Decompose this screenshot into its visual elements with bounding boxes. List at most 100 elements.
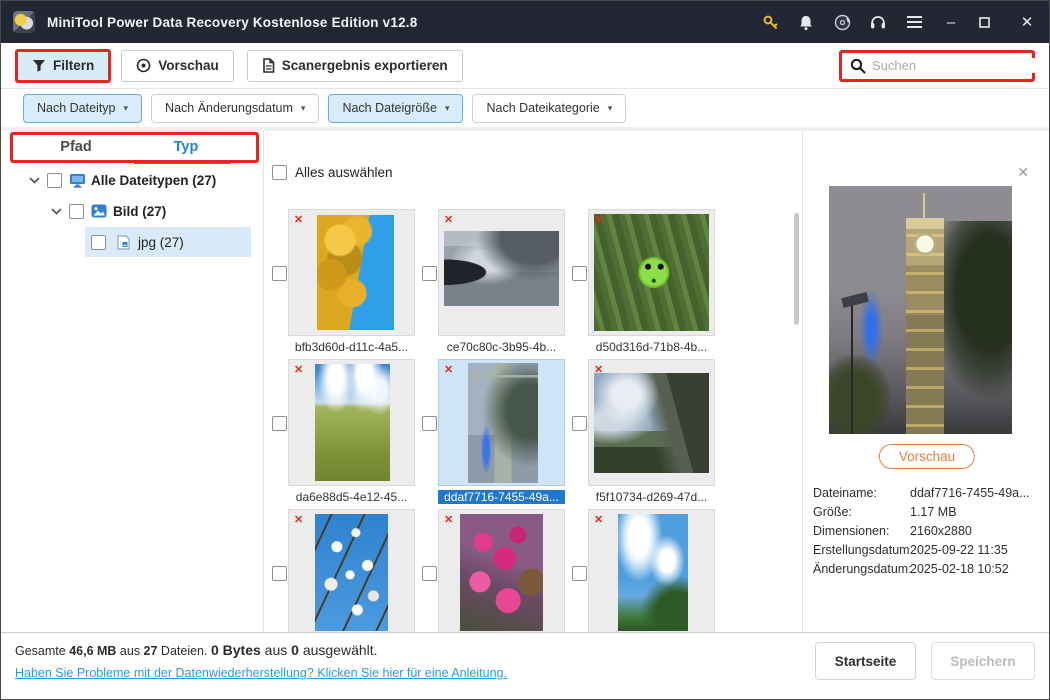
detail-row: Größe:1.17 MB xyxy=(813,502,1045,521)
save-button[interactable]: Speichern xyxy=(931,642,1035,680)
grid-scrollbar-thumb[interactable] xyxy=(794,213,799,325)
green-field-thumbnail-image xyxy=(315,364,390,482)
file-thumbnail[interactable]: ✕ xyxy=(588,209,715,336)
summary-segment: 46,6 MB xyxy=(69,644,116,658)
tree-checkbox[interactable] xyxy=(47,173,62,188)
preview-street-pole xyxy=(851,300,853,434)
preview-close-icon[interactable]: ✕ xyxy=(1017,165,1029,179)
home-button[interactable]: Startseite xyxy=(815,642,916,680)
file-name-label[interactable]: f5f10734-d269-47d... xyxy=(588,490,715,504)
tree-item-jpg[interactable]: jpg (27) xyxy=(91,229,184,255)
sidebar-tabs: Pfad Typ xyxy=(1,131,263,163)
file-thumbnail[interactable]: ✕ xyxy=(438,509,565,632)
menu-icon[interactable] xyxy=(905,13,923,31)
file-checkbox[interactable] xyxy=(272,266,287,281)
detail-value: 2160x2880 xyxy=(910,524,1045,538)
minimize-icon[interactable]: – xyxy=(941,15,961,30)
support-headset-icon[interactable] xyxy=(869,13,887,31)
file-card: ✕ ce70c80c-3b95-4b... xyxy=(422,209,567,357)
notification-bell-icon[interactable] xyxy=(797,13,815,31)
select-all-checkbox[interactable] xyxy=(272,165,287,180)
file-name-label[interactable]: ce70c80c-3b95-4b... xyxy=(438,340,565,354)
file-checkbox[interactable] xyxy=(572,416,587,431)
detail-label: Dateiname: xyxy=(813,486,910,500)
file-name-label[interactable]: bfb3d60d-d11c-4a5... xyxy=(288,340,415,354)
summary-segment: 27 xyxy=(144,644,158,658)
tab-typ[interactable]: Typ xyxy=(146,131,226,163)
deleted-file-mark-icon: ✕ xyxy=(444,213,453,226)
filter-chip-by-file-category[interactable]: Nach Dateikategorie ▾ xyxy=(472,94,626,123)
file-details: Dateiname:ddaf7716-7455-49a... Größe:1.17… xyxy=(813,483,1045,578)
search-input[interactable] xyxy=(872,58,1048,73)
select-all-label: Alles auswählen xyxy=(295,165,393,180)
detail-row: Änderungsdatum:2025-02-18 10:52 xyxy=(813,559,1045,578)
preview-clock-face xyxy=(914,233,936,255)
close-icon[interactable]: ✕ xyxy=(1017,15,1037,30)
tree-item-all-file-types[interactable]: Alle Dateitypen (27) xyxy=(27,167,216,193)
app-window: MiniTool Power Data Recovery Kostenlose … xyxy=(0,0,1050,700)
detail-value: 2025-09-22 11:35 xyxy=(910,543,1045,557)
file-checkbox[interactable] xyxy=(272,416,287,431)
license-key-icon[interactable] xyxy=(761,13,779,31)
tree-checkbox[interactable] xyxy=(91,235,106,250)
filter-button-annotation: Filtern xyxy=(15,49,111,83)
file-checkbox[interactable] xyxy=(572,266,587,281)
file-checkbox[interactable] xyxy=(422,416,437,431)
file-name-label[interactable]: d50d316d-71b8-4b... xyxy=(588,340,715,354)
detail-label: Erstellungsdatum xyxy=(813,543,910,557)
chevron-down-icon: ▾ xyxy=(124,103,129,114)
search-box[interactable] xyxy=(839,50,1035,82)
help-link[interactable]: Haben Sie Probleme mit der Datenwiederhe… xyxy=(15,666,507,680)
filter-chip-by-modified-date[interactable]: Nach Änderungsdatum ▾ xyxy=(151,94,319,123)
tree-item-bild[interactable]: Bild (27) xyxy=(49,198,166,224)
detail-row: Dimensionen:2160x2880 xyxy=(813,521,1045,540)
preview-open-button[interactable]: Vorschau xyxy=(879,444,975,469)
detail-value: 2025-02-18 10:52 xyxy=(910,562,1045,576)
chevron-down-icon: ▾ xyxy=(301,103,306,114)
magnifier-icon xyxy=(850,58,866,74)
window-title: MiniTool Power Data Recovery Kostenlose … xyxy=(47,15,417,30)
detail-label: Dimensionen: xyxy=(813,524,910,538)
chip-label: Nach Änderungsdatum xyxy=(165,101,293,115)
summary-segment: 0 Bytes xyxy=(211,642,261,658)
file-thumbnail[interactable]: ✕ xyxy=(438,209,565,336)
chevron-down-icon[interactable] xyxy=(49,204,63,218)
file-thumbnail[interactable]: ✕ xyxy=(588,359,715,486)
maximize-icon[interactable] xyxy=(979,17,999,28)
deleted-file-mark-icon: ✕ xyxy=(294,213,303,226)
pink-flowers-thumbnail-image xyxy=(460,514,543,632)
detail-value: ddaf7716-7455-49a... xyxy=(910,486,1045,500)
tree-checkbox[interactable] xyxy=(69,204,84,219)
deleted-file-mark-icon: ✕ xyxy=(594,363,603,376)
chevron-down-icon[interactable] xyxy=(27,173,41,187)
tab-pfad[interactable]: Pfad xyxy=(31,131,121,163)
export-scan-result-button[interactable]: Scanergebnis exportieren xyxy=(247,50,463,82)
file-checkbox[interactable] xyxy=(272,566,287,581)
file-thumbnail[interactable]: ✕ xyxy=(288,209,415,336)
filter-chip-by-file-size[interactable]: Nach Dateigröße ▾ xyxy=(328,94,463,123)
toolbar: Filtern Vorschau Scanergebnis exportiere… xyxy=(1,43,1049,89)
filter-button[interactable]: Filtern xyxy=(18,52,108,80)
deleted-file-mark-icon: ✕ xyxy=(594,213,603,226)
file-card: ✕ ddaf7716-7455-49a... xyxy=(422,359,567,507)
file-checkbox[interactable] xyxy=(572,566,587,581)
preview-spire xyxy=(923,193,925,220)
file-thumbnail[interactable]: ✕ xyxy=(288,359,415,486)
white-blossoms-thumbnail-image xyxy=(315,514,388,632)
bootable-media-disc-icon[interactable] xyxy=(833,13,851,31)
file-name-label[interactable]: ddaf7716-7455-49a... xyxy=(438,490,565,504)
file-thumbnail[interactable]: ✕ xyxy=(438,359,565,486)
file-card: ✕ da6e88d5-4e12-45... xyxy=(272,359,417,507)
chip-label: Nach Dateikategorie xyxy=(486,101,599,115)
summary-segment: Dateien. xyxy=(157,644,211,658)
preview-foliage-bottom-left xyxy=(829,355,891,434)
file-checkbox[interactable] xyxy=(422,266,437,281)
file-thumbnail[interactable]: ✕ xyxy=(588,509,715,632)
preview-button[interactable]: Vorschau xyxy=(121,50,234,82)
deleted-file-mark-icon: ✕ xyxy=(444,363,453,376)
filter-chip-by-file-type[interactable]: Nach Dateityp ▾ xyxy=(23,94,142,123)
file-card: ✕ d50d316d-71b8-4b... xyxy=(572,209,717,357)
file-checkbox[interactable] xyxy=(422,566,437,581)
file-thumbnail[interactable]: ✕ xyxy=(288,509,415,632)
file-name-label[interactable]: da6e88d5-4e12-45... xyxy=(288,490,415,504)
